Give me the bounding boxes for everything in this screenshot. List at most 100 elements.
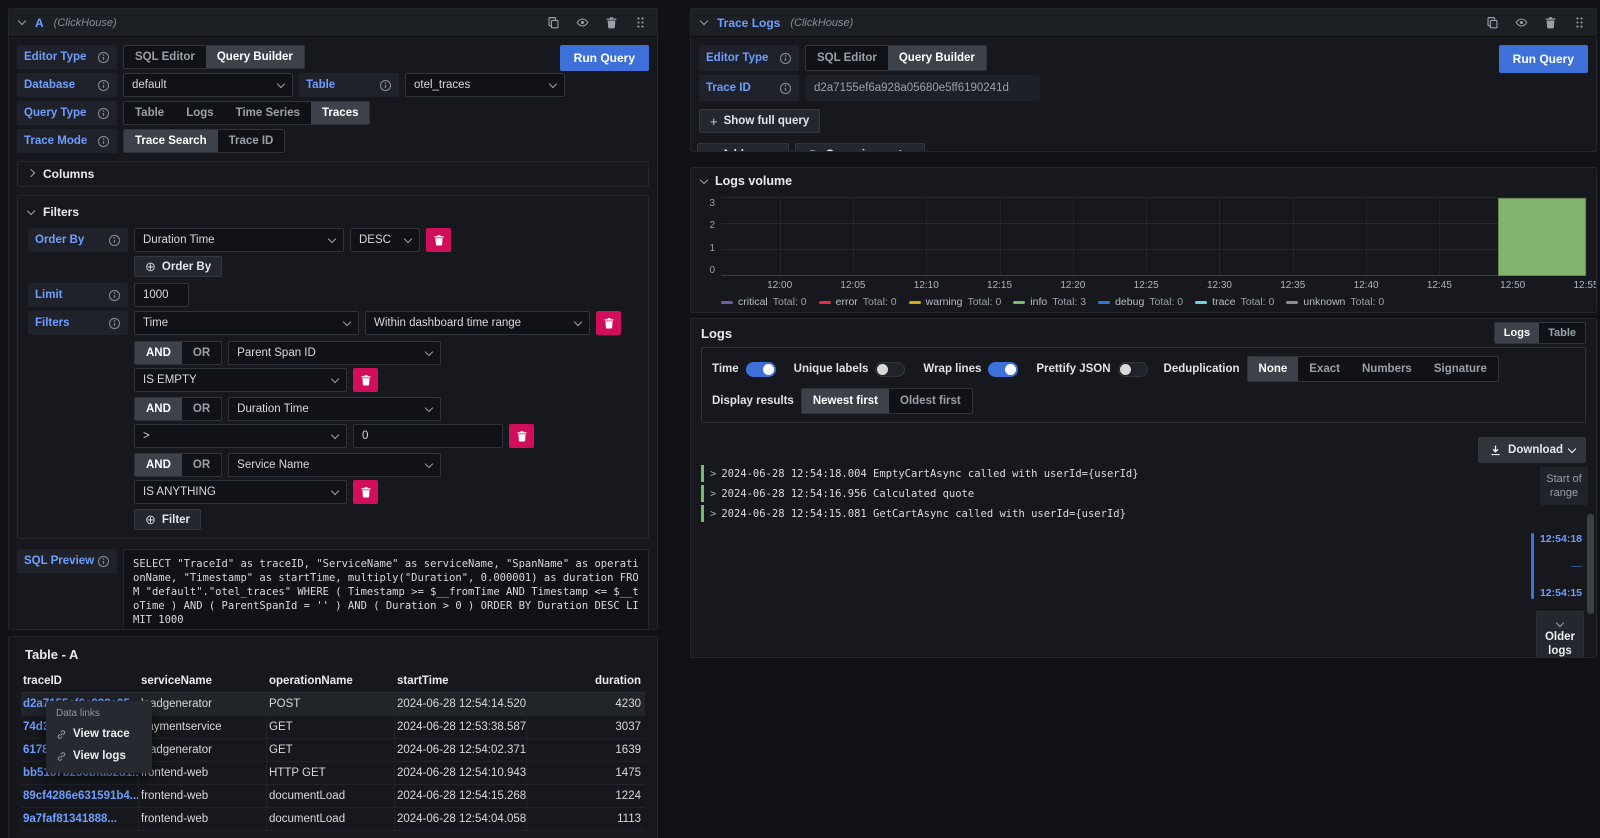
info-icon[interactable] [97,79,110,92]
collapse-chevron-icon[interactable] [18,17,26,25]
editor-type-option[interactable]: Query Builder [206,46,304,68]
legend-item[interactable]: unknown Total: 0 [1286,296,1384,308]
filter-range-select[interactable]: Within dashboard time range [365,311,590,335]
filter-field-select[interactable]: Time [134,311,359,335]
context-menu-item[interactable]: View logs [46,745,152,767]
trace-id-input[interactable]: d2a7155ef6a928a05680e5ff6190241d [805,75,1040,101]
trace-id-link[interactable]: 89cf4286e631591b4... [21,785,139,807]
bool-operator-option[interactable]: AND [135,398,182,420]
info-icon[interactable] [108,234,121,247]
trace-mode-option[interactable]: Trace Search [124,130,218,152]
query-inspector-button[interactable]: Query inspector [795,143,924,152]
query-type-option[interactable]: Logs [175,102,224,124]
older-logs-button[interactable]: Older logs [1536,611,1584,658]
remove-order-by-button[interactable] [426,228,451,252]
order-by-field-select[interactable]: Duration Time [134,228,344,252]
log-line[interactable]: > 2024-06-28 12:54:18.004 EmptyCartAsync… [701,465,1486,482]
info-icon[interactable] [779,52,792,65]
drag-handle-icon[interactable] [1573,16,1586,29]
deduplication-option[interactable]: Exact [1298,357,1351,381]
query-row-header[interactable]: A (ClickHouse) [9,9,657,37]
legend-item[interactable]: critical Total: 0 [721,296,807,308]
condition-operator-select[interactable]: > [134,424,347,448]
expand-chevron-icon[interactable]: > [710,468,716,480]
columns-section-header[interactable]: Columns [18,162,648,186]
database-select[interactable]: default [123,73,293,97]
trash-icon[interactable] [605,16,618,29]
info-icon[interactable] [97,135,110,148]
bool-operator-option[interactable]: OR [182,398,221,420]
order-by-direction-select[interactable]: DESC [350,228,420,252]
legend-item[interactable]: warning Total: 0 [909,296,1002,308]
add-order-by-button[interactable]: ⊕Order By [134,256,222,277]
deduplication-option[interactable]: Numbers [1351,357,1423,381]
legend-item[interactable]: error Total: 0 [819,296,897,308]
condition-value-input[interactable]: 0 [353,424,503,448]
collapse-chevron-icon[interactable] [700,175,708,183]
editor-type-option[interactable]: SQL Editor [806,46,888,70]
logs-view-option[interactable]: Logs [1495,323,1539,343]
toggle-switch[interactable] [746,362,776,377]
condition-field-select[interactable]: Service Name [228,453,441,477]
run-query-button[interactable]: Run Query [560,45,649,71]
query-type-option[interactable]: Table [124,102,175,124]
table-header-cell[interactable]: operationName [267,670,395,692]
toggle-switch[interactable] [1118,362,1148,377]
table-header-cell[interactable]: duration [527,670,645,692]
add-filter-button[interactable]: ⊕Filter [134,509,201,530]
info-icon[interactable] [379,79,392,92]
condition-field-select[interactable]: Parent Span ID [228,341,441,365]
display-results-option[interactable]: Newest first [802,389,889,413]
bool-operator-option[interactable]: OR [182,342,221,364]
legend-item[interactable]: info Total: 3 [1013,296,1086,308]
show-full-query-button[interactable]: +Show full query [699,109,820,133]
legend-item[interactable]: debug Total: 0 [1098,296,1183,308]
log-line[interactable]: > 2024-06-28 12:54:15.081 GetCartAsync c… [701,505,1486,522]
expand-chevron-icon[interactable]: > [710,488,716,500]
bool-operator-option[interactable]: AND [135,454,182,476]
run-query-button[interactable]: Run Query [1499,45,1588,73]
info-icon[interactable] [97,107,110,120]
log-line[interactable]: > 2024-06-28 12:54:16.956 Calculated quo… [701,485,1486,502]
filters-section-header[interactable]: Filters [28,204,638,220]
remove-condition-button[interactable] [509,424,534,448]
trace-id-link[interactable]: 9a7faf81341888... [21,808,139,830]
bool-operator-option[interactable]: OR [182,454,221,476]
legend-item[interactable]: trace Total: 0 [1195,296,1274,308]
table-header-cell[interactable]: traceID [21,670,139,692]
remove-filter-button[interactable] [596,311,621,335]
editor-type-option[interactable]: Query Builder [888,46,986,70]
add-query-button[interactable]: +Add query [697,143,789,152]
condition-field-select[interactable]: Duration Time [228,397,441,421]
limit-input[interactable]: 1000 [134,283,189,307]
duplicate-icon[interactable] [547,16,560,29]
eye-icon[interactable] [1515,16,1528,29]
deduplication-option[interactable]: None [1248,357,1299,381]
expand-chevron-icon[interactable]: > [710,508,716,520]
trace-mode-option[interactable]: Trace ID [218,130,285,152]
logs-scrollbar[interactable] [1587,514,1594,614]
download-button[interactable]: Download [1478,437,1586,463]
query-type-option[interactable]: Traces [311,102,369,124]
table-header-cell[interactable]: serviceName [139,670,267,692]
bool-operator-option[interactable]: AND [135,342,182,364]
drag-handle-icon[interactable] [634,16,647,29]
condition-operator-select[interactable]: IS EMPTY [134,368,347,392]
table-row[interactable]: 89cf4286e631591b4... frontend-web docume… [21,785,645,808]
table-row[interactable]: 9a7faf81341888... frontend-web documentL… [21,808,645,831]
info-icon[interactable] [108,317,121,330]
duplicate-icon[interactable] [1486,16,1499,29]
query-type-option[interactable]: Time Series [225,102,311,124]
table-select[interactable]: otel_traces [405,73,565,97]
toggle-switch[interactable] [875,362,905,377]
collapse-chevron-icon[interactable] [700,17,708,25]
trash-icon[interactable] [1544,16,1557,29]
condition-operator-select[interactable]: IS ANYTHING [134,480,347,504]
query-row-header[interactable]: Trace Logs (ClickHouse) [691,9,1596,37]
info-icon[interactable] [97,555,110,568]
deduplication-option[interactable]: Signature [1423,357,1498,381]
context-menu-item[interactable]: View trace [46,723,152,745]
remove-condition-button[interactable] [353,480,378,504]
table-header-cell[interactable]: startTime [395,670,527,692]
display-results-option[interactable]: Oldest first [889,389,972,413]
